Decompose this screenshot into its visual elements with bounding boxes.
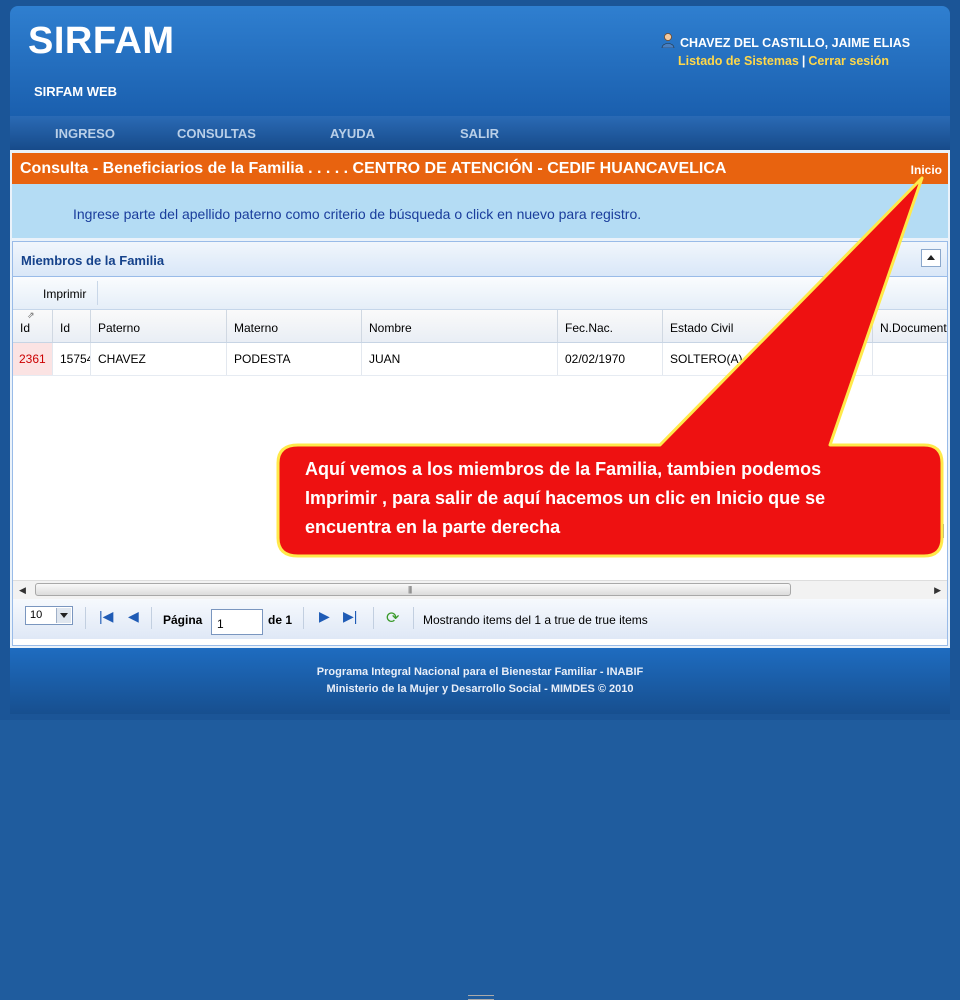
last-page-icon[interactable]: ▶| [343, 608, 357, 625]
page-size-value: 10 [30, 609, 43, 621]
panel-header: Miembros de la Familia [13, 242, 947, 277]
dropdown-arrow-icon[interactable] [56, 608, 71, 623]
info-bar: Ingrese parte del apellido paterno como … [12, 184, 948, 238]
nav-salir[interactable]: SALIR [460, 126, 499, 141]
col-header-id-b[interactable]: Id [53, 310, 91, 342]
scroll-right-icon[interactable]: ▶ [934, 585, 941, 596]
table-row[interactable]: 2361 15754 CHAVEZ PODESTA JUAN 02/02/197… [13, 343, 947, 376]
col-header-paterno[interactable]: Paterno [91, 310, 227, 342]
link-separator: | [801, 54, 806, 68]
footer-line-2: Ministerio de la Mujer y Desarrollo Soci… [326, 683, 634, 695]
info-message: Ingrese parte del apellido paterno como … [73, 206, 642, 222]
nav-ingreso[interactable]: INGRESO [55, 126, 115, 141]
cell-nombre: JUAN [362, 343, 558, 375]
panel-title: Miembros de la Familia [21, 253, 165, 268]
refresh-icon[interactable]: ⟳ [386, 608, 399, 628]
app-frame: SIRFAM SIRFAM WEB CHAVEZ DEL CASTILLO, J… [0, 0, 960, 1000]
col-header-materno[interactable]: Materno [227, 310, 362, 342]
callout-line-3: encuentra en la parte derecha [305, 517, 561, 537]
nav-ayuda[interactable]: AYUDA [330, 126, 375, 141]
horizontal-scrollbar[interactable]: ◀ ||| ▶ [13, 580, 947, 599]
user-links: Listado de Sistemas | Cerrar sesión [678, 54, 889, 68]
col-header-id-a[interactable]: ⇗ Id [13, 310, 53, 342]
cell-ndocumento [873, 343, 947, 375]
toolbar-divider [97, 281, 98, 305]
col-header-fecnac[interactable]: Fec.Nac. [558, 310, 663, 342]
nav-consultas[interactable]: CONSULTAS [177, 126, 256, 141]
collapse-up-icon[interactable] [921, 249, 941, 267]
page-title-bar: Consulta - Beneficiarios de la Familia .… [12, 153, 948, 184]
app-logo: SIRFAM [28, 20, 175, 62]
resize-grip[interactable] [468, 995, 494, 1000]
vertical-scroll-grip[interactable] [941, 524, 944, 538]
cell-estado-civil: SOLTERO(A) [663, 343, 873, 375]
cell-materno: PODESTA [227, 343, 362, 375]
app-subtitle: SIRFAM WEB [34, 84, 118, 99]
grid-header: ⇗ Id Id Paterno Materno Nombre Fec.Nac. E… [13, 310, 947, 343]
logout-link[interactable]: Cerrar sesión [808, 54, 889, 68]
pager-divider [413, 607, 414, 629]
page-of-label: de 1 [268, 613, 293, 627]
scroll-grip-icon: ||| [408, 585, 412, 594]
cell-paterno: CHAVEZ [91, 343, 227, 375]
footer-line-1: Programa Integral Nacional para el Biene… [316, 666, 644, 678]
user-name: CHAVEZ DEL CASTILLO, JAIME ELIAS [680, 36, 911, 50]
cell-id-b: 15754 [53, 343, 91, 375]
page-size-select[interactable]: 10 [25, 606, 73, 625]
inicio-link[interactable]: Inicio [911, 163, 942, 177]
callout-line-1: Aquí vemos a los miembros de la Familia,… [305, 459, 822, 479]
horizontal-scroll-thumb[interactable]: ||| [35, 583, 791, 596]
cell-fecnac: 02/02/1970 [558, 343, 663, 375]
page-number-input[interactable]: 1 [211, 609, 263, 635]
pager-divider [151, 607, 152, 629]
print-button[interactable]: Imprimir [43, 287, 86, 301]
next-page-icon[interactable]: ▶ [319, 608, 330, 625]
first-page-icon[interactable]: |◀ [99, 608, 113, 625]
page-title: Consulta - Beneficiarios de la Familia .… [20, 160, 727, 177]
footer: Programa Integral Nacional para el Biene… [10, 648, 950, 714]
sort-arrow-icon: ⇗ [27, 310, 35, 320]
pager-divider [303, 607, 304, 629]
cell-id-a: 2361 [13, 343, 53, 375]
header: SIRFAM SIRFAM WEB CHAVEZ DEL CASTILLO, J… [10, 6, 950, 116]
user-icon [661, 33, 675, 48]
systems-list-link[interactable]: Listado de Sistemas [678, 54, 799, 68]
prev-page-icon[interactable]: ◀ [128, 608, 139, 625]
pager-divider [373, 607, 374, 629]
pager-divider [85, 607, 86, 629]
pager-status: Mostrando items del 1 a true de true ite… [423, 613, 648, 627]
scroll-left-icon[interactable]: ◀ [19, 585, 26, 596]
col-header-nombre[interactable]: Nombre [362, 310, 558, 342]
grid-toolbar: Imprimir [13, 277, 947, 310]
col-header-estado-civil[interactable]: Estado Civil [663, 310, 873, 342]
callout-line-2: Imprimir , para salir de aquí hacemos un… [305, 488, 826, 508]
main-content: Consulta - Beneficiarios de la Familia .… [10, 150, 950, 1000]
main-nav: INGRESO CONSULTAS AYUDA SALIR [10, 116, 950, 150]
pager-toolbar: 10 |◀ ◀ Página 1 de 1 ▶ ▶| ⟳ Mostrando i… [13, 599, 947, 1000]
page-label: Página [163, 613, 203, 627]
family-members-panel: Miembros de la Familia Imprimir ⇗ Id Id P… [12, 241, 948, 1000]
callout-text: Aquí vemos a los miembros de la Familia,… [305, 455, 925, 542]
col-header-ndocumento[interactable]: N.Document [873, 310, 947, 342]
